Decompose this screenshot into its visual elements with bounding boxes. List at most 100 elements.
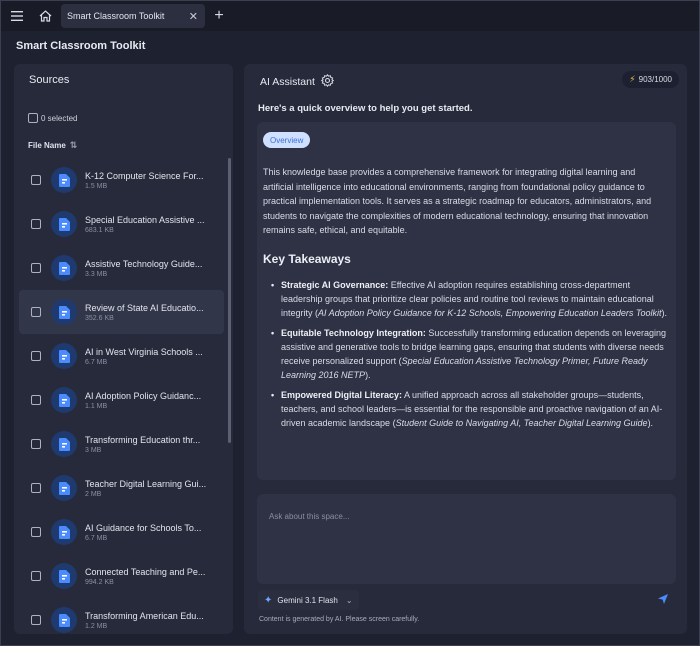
send-icon[interactable] (657, 592, 671, 606)
sources-title: Sources (29, 74, 70, 86)
file-size: 1.2 MB (85, 623, 108, 630)
plus-icon[interactable]: + (211, 7, 227, 25)
file-name: AI Guidance for Schools To... (85, 523, 202, 533)
takeaway-heading: Strategic AI Governance: (281, 280, 389, 290)
row-checkbox[interactable] (31, 263, 41, 273)
overview-paragraph: This knowledge base provides a comprehen… (263, 167, 652, 235)
file-name: AI in West Virginia Schools ... (85, 347, 203, 357)
file-size: 1.5 MB (85, 183, 108, 190)
takeaway-source: Student Guide to Navigating AI, Teacher … (395, 418, 648, 428)
home-icon[interactable] (33, 4, 57, 28)
column-header-label: File Name (28, 141, 66, 150)
list-item[interactable]: Special Education Assistive ... 683.1 KB (19, 202, 224, 246)
file-size: 994.2 KB (85, 579, 114, 586)
row-checkbox[interactable] (31, 571, 41, 581)
takeaway-item: • Empowered Digital Literacy: A unified … (271, 390, 663, 428)
file-size: 352.6 KB (85, 315, 114, 322)
document-icon (51, 299, 77, 325)
select-all-checkbox[interactable]: 0 selected (28, 113, 77, 123)
app-window: Smart Classroom Toolkit ✕ + Smart Classr… (0, 0, 700, 646)
file-size: 3 MB (85, 447, 102, 454)
file-list: K-12 Computer Science For... 1.5 MB Speci… (19, 158, 224, 634)
takeaway-source: AI Adoption Policy Guidance for K-12 Sch… (318, 308, 662, 318)
list-item[interactable]: Teacher Digital Learning Gui... 2 MB (19, 466, 224, 510)
lightning-icon: ⚡ (629, 74, 636, 84)
document-icon (51, 519, 77, 545)
sources-panel: Sources 0 selected File Name ⇅ K-12 Comp… (14, 64, 233, 634)
sources-scrollbar[interactable] (228, 158, 231, 443)
document-icon (51, 607, 77, 633)
list-item[interactable]: Assistive Technology Guide... 3.3 MB (19, 246, 224, 290)
intro-text: Here's a quick overview to help you get … (258, 103, 473, 114)
credits-badge: ⚡ 903/1000 (622, 71, 679, 88)
row-checkbox[interactable] (31, 527, 41, 537)
file-name: Special Education Assistive ... (85, 215, 205, 225)
ai-assistant-panel: AI Assistant ⚡ 903/1000 Here's a quick o… (244, 64, 687, 634)
takeaway-heading: Empowered Digital Literacy: (281, 390, 403, 400)
list-item[interactable]: AI Guidance for Schools To... 6.7 MB (19, 510, 224, 554)
file-name: Teacher Digital Learning Gui... (85, 479, 207, 489)
chevron-down-icon: ⌄ (345, 595, 353, 605)
tab-smart-classroom-toolkit[interactable]: Smart Classroom Toolkit ✕ (61, 4, 205, 28)
file-size: 1.1 MB (85, 403, 108, 410)
document-icon (51, 563, 77, 589)
document-icon (51, 475, 77, 501)
chat-input-box[interactable] (257, 494, 676, 584)
file-size: 6.7 MB (85, 359, 108, 366)
row-checkbox[interactable] (31, 483, 41, 493)
list-item[interactable]: Review of State AI Educatio... 352.6 KB (19, 290, 224, 334)
file-size: 3.3 MB (85, 271, 108, 278)
key-takeaways-heading: Key Takeaways (263, 252, 351, 266)
ai-assistant-header: AI Assistant (260, 73, 334, 90)
overview-tag: Overview (263, 132, 311, 148)
takeaway-end: ). (365, 370, 371, 380)
file-name-column-header[interactable]: File Name ⇅ (28, 140, 77, 151)
row-checkbox[interactable] (31, 219, 41, 229)
list-item[interactable]: AI Adoption Policy Guidanc... 1.1 MB (19, 378, 224, 422)
tab-label: Smart Classroom Toolkit (67, 11, 165, 21)
row-checkbox[interactable] (31, 615, 41, 625)
close-icon[interactable]: ✕ (189, 10, 198, 23)
file-name: AI Adoption Policy Guidanc... (85, 391, 202, 401)
menu-icon[interactable] (5, 4, 29, 28)
takeaway-heading: Equitable Technology Integration: (281, 328, 426, 338)
ai-disclaimer: Content is generated by AI. Please scree… (259, 616, 420, 623)
document-icon (51, 431, 77, 457)
file-size: 2 MB (85, 491, 102, 498)
row-checkbox[interactable] (31, 175, 41, 185)
row-checkbox[interactable] (31, 439, 41, 449)
takeaway-item: • Equitable Technology Integration: Succ… (271, 328, 666, 380)
list-item[interactable]: Transforming Education thr... 3 MB (19, 422, 224, 466)
document-icon (51, 387, 77, 413)
row-checkbox[interactable] (31, 351, 41, 361)
document-icon (51, 343, 77, 369)
list-item[interactable]: K-12 Computer Science For... 1.5 MB (19, 158, 224, 202)
model-selector[interactable]: ✦ Gemini 3.1 Flash ⌄ (258, 590, 359, 610)
gear-icon[interactable] (320, 73, 334, 90)
document-icon (51, 255, 77, 281)
row-checkbox[interactable] (31, 307, 41, 317)
chat-input[interactable] (269, 506, 664, 526)
model-name: Gemini 3.1 Flash (277, 595, 338, 605)
file-name: Assistive Technology Guide... (85, 259, 203, 269)
takeaway-item: • Strategic AI Governance: Effective AI … (271, 280, 668, 318)
overview-card: Overview This knowledge base provides a … (257, 122, 676, 480)
file-name: Transforming Education thr... (85, 435, 201, 445)
ai-assistant-title: AI Assistant (260, 76, 315, 88)
list-item[interactable]: Transforming American Edu... 1.2 MB (19, 598, 224, 634)
takeaway-end: ). (661, 308, 668, 318)
sort-icon[interactable]: ⇅ (70, 140, 78, 151)
document-icon (51, 167, 77, 193)
gemini-sparkle-icon: ✦ (264, 594, 273, 606)
list-item[interactable]: Connected Teaching and Pe... 994.2 KB (19, 554, 224, 598)
file-name: Connected Teaching and Pe... (85, 567, 206, 577)
file-name: Review of State AI Educatio... (85, 303, 204, 313)
row-checkbox[interactable] (31, 395, 41, 405)
takeaway-end: ). (647, 418, 654, 428)
checkbox[interactable] (28, 113, 38, 123)
page-title: Smart Classroom Toolkit (16, 40, 146, 52)
title-bar: Smart Classroom Toolkit ✕ + (1, 1, 699, 31)
file-name: Transforming American Edu... (85, 611, 204, 621)
list-item[interactable]: AI in West Virginia Schools ... 6.7 MB (19, 334, 224, 378)
credits-count: 903/1000 (638, 75, 672, 84)
